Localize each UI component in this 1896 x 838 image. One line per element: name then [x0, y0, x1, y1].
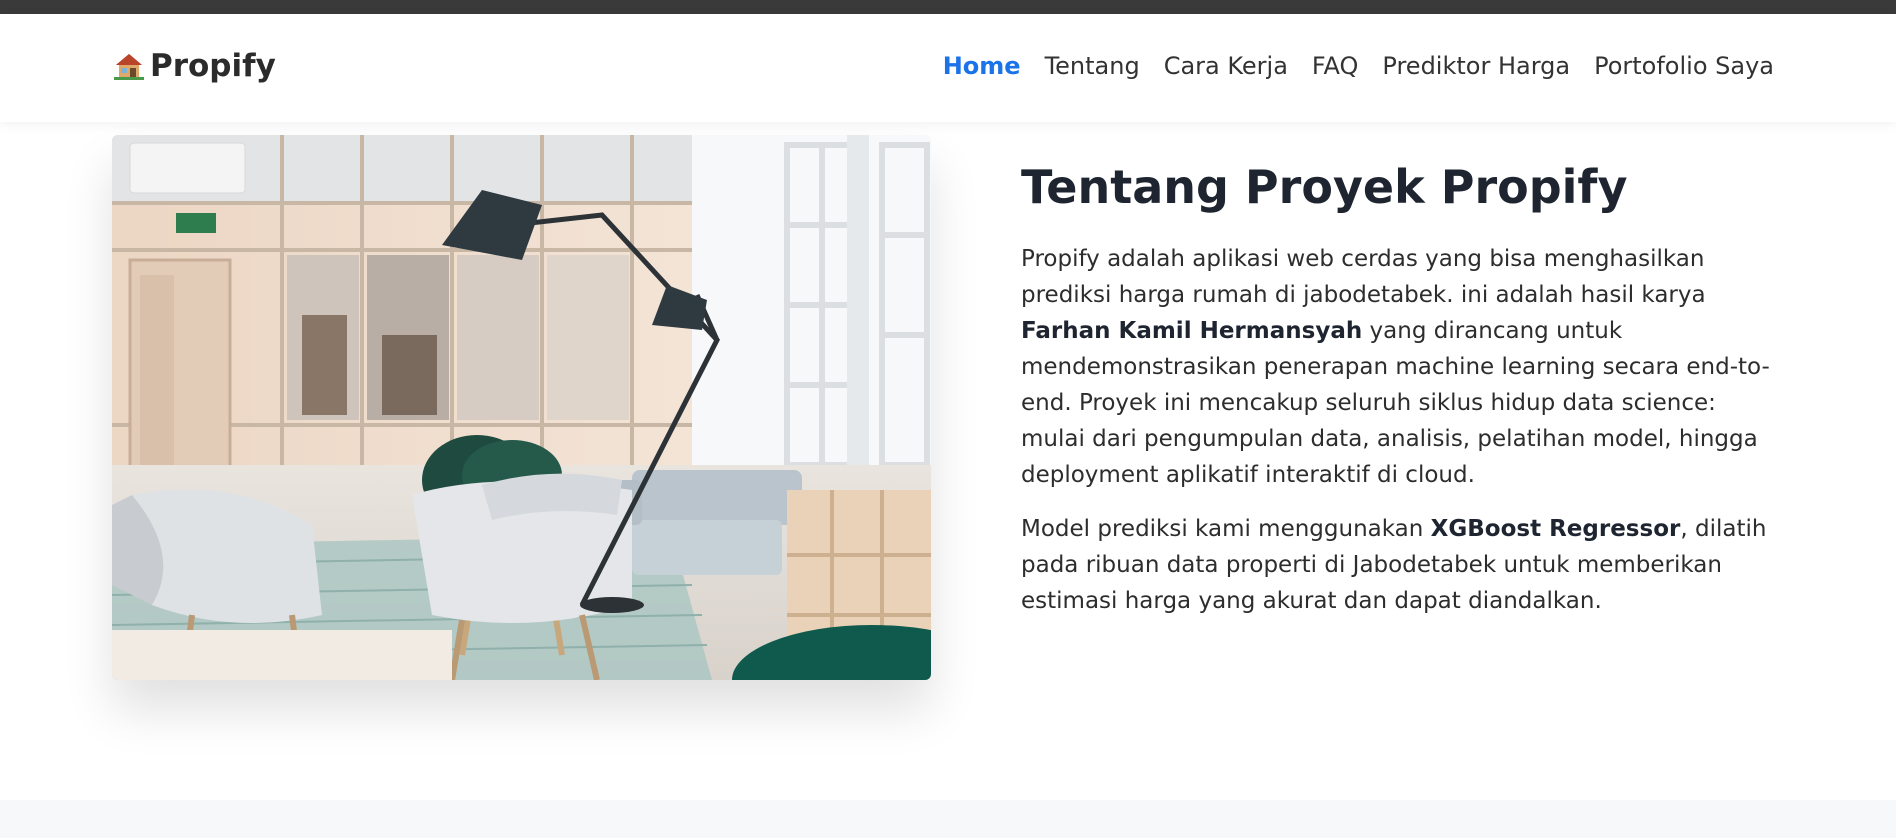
about-p2-text-a: Model prediksi kami menggunakan — [1021, 516, 1431, 543]
about-paragraph-2: Model prediksi kami menggunakan XGBoost … — [1021, 511, 1786, 619]
nav-link-tentang[interactable]: Tentang — [1045, 52, 1140, 80]
nav-link-portofolio-saya[interactable]: Portofolio Saya — [1594, 52, 1774, 80]
brand-logo[interactable]: Propify — [114, 48, 276, 84]
about-section: Tentang Proyek Propify Propify adalah ap… — [1021, 160, 1786, 637]
about-paragraph-1: Propify adalah aplikasi web cerdas yang … — [1021, 241, 1786, 493]
author-name: Farhan Kamil Hermansyah — [1021, 318, 1363, 345]
nav-link-faq[interactable]: FAQ — [1312, 52, 1359, 80]
interior-photo — [112, 135, 931, 680]
house-icon — [114, 51, 144, 81]
main-nav: Home Tentang Cara Kerja FAQ Prediktor Ha… — [943, 52, 1774, 80]
browser-top-strip — [0, 0, 1896, 14]
about-title: Tentang Proyek Propify — [1021, 160, 1628, 214]
brand-name: Propify — [150, 48, 276, 84]
model-name: XGBoost Regressor — [1430, 516, 1681, 543]
navbar: Propify Home Tentang Cara Kerja FAQ Pred… — [0, 14, 1896, 122]
about-p1-text-a: Propify adalah aplikasi web cerdas yang … — [1021, 246, 1706, 309]
nav-link-cara-kerja[interactable]: Cara Kerja — [1164, 52, 1288, 80]
nav-link-home[interactable]: Home — [943, 52, 1021, 80]
nav-link-prediktor-harga[interactable]: Prediktor Harga — [1382, 52, 1570, 80]
next-section-band — [0, 800, 1896, 838]
